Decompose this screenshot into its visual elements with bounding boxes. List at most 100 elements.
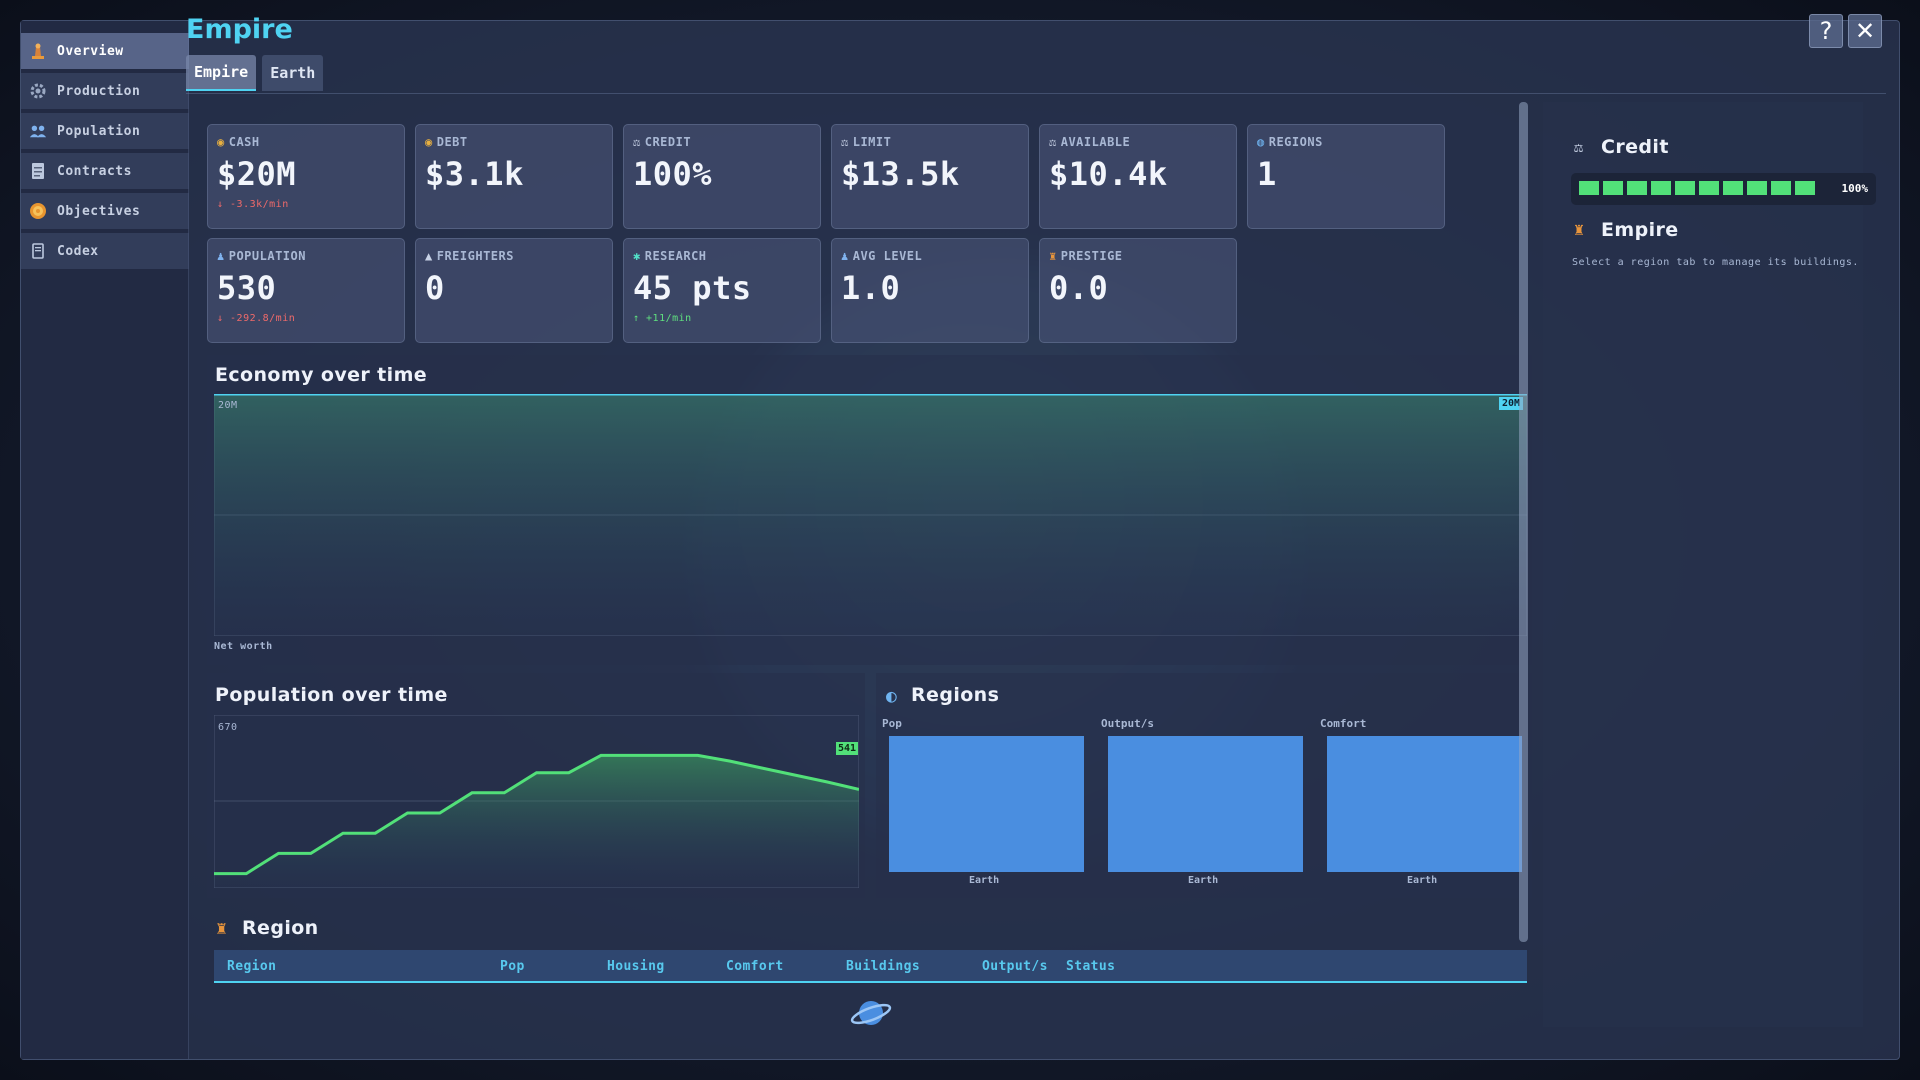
tab-earth[interactable]: Earth [262,55,324,91]
coins-icon: ◉ [217,135,225,149]
sidebar-item-contracts[interactable]: Contracts [21,153,189,189]
sidebar-item-label: Production [57,83,141,99]
column-header-buildings[interactable]: Buildings [846,959,920,974]
column-header-pop[interactable]: Pop [500,959,525,974]
sidebar: Overview Production Population Contracts… [21,21,189,1059]
credit-icon: ⚖ [1574,138,1584,156]
regions-category-label: Earth [1188,875,1219,886]
column-header-housing[interactable]: Housing [607,959,665,974]
stat-label: PRESTIGE [1060,249,1123,263]
region-bar-outputs [1108,736,1303,872]
coins-icon: ◉ [425,135,433,149]
stat-card-regions: ◍ REGIONS 1 [1247,124,1445,229]
credit-icon: ⚖ [633,135,641,149]
people-icon: ♟ [217,249,225,263]
stat-value: 100% [633,155,713,193]
sidebar-item-label: Population [57,123,141,139]
people-icon: ♟ [841,249,849,263]
population-current-badge: 541 [836,742,859,755]
help-button[interactable]: ? [1809,14,1843,48]
stat-label: CREDIT [644,135,692,149]
credit-segment [1651,181,1671,195]
stat-card-credit: ⚖ CREDIT 100% [623,124,821,229]
sidebar-item-overview[interactable]: Overview [21,33,189,69]
stat-card-limit: ⚖ LIMIT $13.5k [831,124,1029,229]
economy-chart-title: Economy over time [215,364,428,386]
sidebar-item-objectives[interactable]: Objectives [21,193,189,229]
credit-segment [1795,181,1815,195]
series-area [214,755,859,888]
stat-label: LIMIT [852,135,892,149]
tab-bar: Empire Earth [186,55,324,91]
sidebar-item-label: Overview [57,43,124,59]
stat-label: POPULATION [228,249,306,263]
column-header-region[interactable]: Region [227,959,276,974]
credit-segment [1747,181,1767,195]
target-icon [29,202,47,220]
document-icon [29,162,47,180]
population-chart-title: Population over time [215,684,448,706]
stat-label: AVG LEVEL [852,249,923,263]
credit-segment [1627,181,1647,195]
column-header-output[interactable]: Output/s [982,959,1048,974]
credit-icon: ⚖ [1049,135,1057,149]
credit-segment [1699,181,1719,195]
planet-icon: ◐ [886,686,897,707]
stat-card-prestige: ♜ PRESTIGE 0.0 [1039,238,1237,343]
empire-icon: ♜ [216,918,227,939]
stat-value: 1 [1257,155,1277,193]
economy-series-label: Net worth [214,641,273,652]
economy-top-label: 20M [218,400,238,411]
regions-chart-title: Regions [911,684,1000,706]
planet-icon: ◍ [1257,135,1265,149]
empire-icon [29,42,47,60]
column-header-status[interactable]: Status [1066,959,1115,974]
stat-card-available: ⚖ AVAILABLE $10.4k [1039,124,1237,229]
economy-chart [214,394,1527,636]
stat-value: $13.5k [841,155,960,193]
stat-delta: ↑ +11/min [633,313,692,324]
sidebar-item-codex[interactable]: Codex [21,233,189,269]
credit-segment [1603,181,1623,195]
sidebar-item-population[interactable]: Population [21,113,189,149]
population-top-label: 670 [218,722,238,733]
regions-category-label: Earth [969,875,1000,886]
stat-label: AVAILABLE [1060,135,1131,149]
stat-value: $20M [217,155,297,193]
content-scrollbar[interactable] [1519,102,1528,942]
credit-segment [1771,181,1791,195]
book-icon [29,242,47,260]
population-chart [214,715,859,888]
column-header-comfort[interactable]: Comfort [726,959,784,974]
regions-group-label-pop: Pop [882,717,902,730]
empire-icon: ♜ [1574,220,1585,240]
sidebar-item-label: Contracts [57,163,132,179]
regions-category-label: Earth [1407,875,1438,886]
research-icon: ✱ [633,249,641,263]
sidebar-item-production[interactable]: Production [21,73,189,109]
credit-segment [1723,181,1743,195]
stat-label: FREIGHTERS [436,249,514,263]
stat-label: DEBT [436,135,468,149]
region-table-title: Region [242,917,319,939]
tab-empire[interactable]: Empire [186,55,257,91]
stat-value: 45 pts [633,269,752,307]
series-area [214,394,1527,636]
stat-value: 0.0 [1049,269,1109,307]
stat-card-freighters: ▲ FREIGHTERS 0 [415,238,613,343]
regions-group-label-comfort: Comfort [1320,717,1367,730]
page-title: Empire [186,14,293,45]
regions-group-label-output: Output/s [1101,717,1154,730]
stat-delta: ↓ -3.3k/min [217,199,289,210]
right-panel [1543,102,1863,1027]
stat-card-debt: ◉ DEBT $3.1k [415,124,613,229]
stat-value: 530 [217,269,277,307]
stat-value: 1.0 [841,269,901,307]
sidebar-item-label: Objectives [57,203,141,219]
close-button[interactable]: ✕ [1848,14,1882,48]
region-bar-comfort [1327,736,1522,872]
stat-value: $3.1k [425,155,524,193]
credit-title: Credit [1601,136,1669,158]
stat-delta: ↓ -292.8/min [217,313,296,324]
stat-label: REGIONS [1268,135,1323,149]
